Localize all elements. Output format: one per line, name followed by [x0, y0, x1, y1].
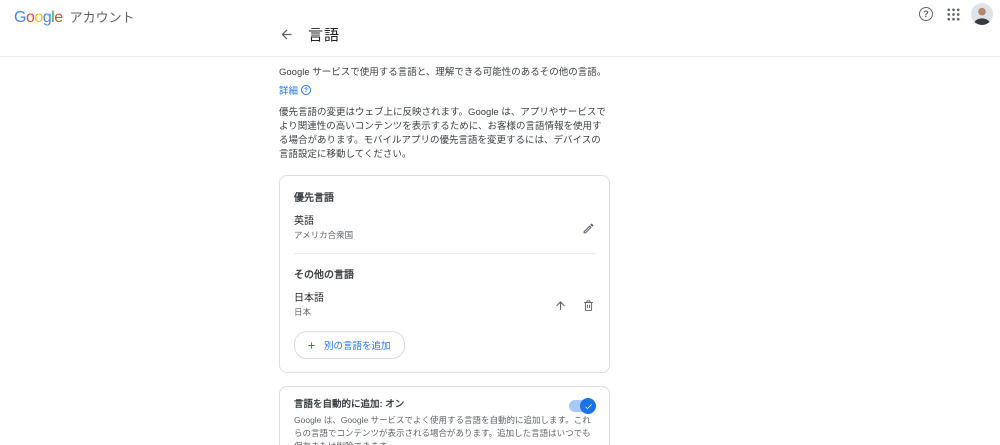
- add-language-label: 別の言語を追加: [324, 341, 391, 352]
- back-button[interactable]: [279, 27, 295, 43]
- google-logo: Google: [14, 9, 63, 26]
- preferred-language-actions: [582, 222, 595, 235]
- page-title: 言語: [308, 27, 341, 44]
- intro-text: Google サービスで使用する言語と、理解できる可能性のあるその他の言語。: [279, 67, 607, 78]
- preferred-language-labels: 英語 アメリカ合衆国: [294, 215, 353, 241]
- delete-button[interactable]: [582, 299, 595, 312]
- pencil-icon: [583, 223, 594, 233]
- other-language-region: 日本: [294, 307, 312, 317]
- other-language-name: 日本語: [294, 293, 324, 304]
- main-content: Google サービスで使用する言語と、理解できる可能性のあるその他の言語。 詳…: [279, 66, 610, 445]
- languages-card: 優先言語 英語 アメリカ合衆国 その他の言語 日本語 日本 別の言語を追加: [279, 175, 610, 373]
- plus-icon: [308, 341, 315, 349]
- help-icon: ?: [919, 7, 933, 21]
- preferred-language-row: 英語 アメリカ合衆国: [294, 215, 595, 241]
- info-icon[interactable]: ?: [301, 85, 312, 95]
- app-header: Google アカウント ? 言語: [0, 0, 1000, 57]
- other-language-labels: 日本語 日本: [294, 292, 324, 318]
- details-row: 詳細 ?: [279, 83, 610, 97]
- toggle-knob: [580, 398, 596, 414]
- preferred-language-region: アメリカ合衆国: [294, 230, 354, 240]
- other-languages-heading: その他の言語: [294, 270, 354, 281]
- avatar[interactable]: [971, 3, 993, 25]
- trash-icon: [584, 299, 593, 311]
- apps-grid-icon: [946, 7, 960, 21]
- card-divider: [294, 253, 595, 254]
- avatar-photo: [971, 3, 993, 25]
- details-link[interactable]: 詳細: [279, 83, 298, 97]
- product-label: アカウント: [69, 10, 135, 25]
- apps-grid-button[interactable]: [944, 5, 962, 23]
- auto-add-toggle[interactable]: [569, 398, 596, 414]
- auto-add-title: 言語を自動的に追加: オン: [294, 399, 405, 410]
- auto-add-description: Google は、Google サービスでよく使用する言語を自動的に追加します。…: [294, 415, 591, 445]
- preferred-language-heading: 優先言語: [294, 193, 334, 204]
- move-up-button[interactable]: [554, 299, 567, 312]
- back-arrow-icon: [281, 29, 292, 40]
- description-text: 優先言語の変更はウェブ上に反映されます。Google は、アプリやサービスでより…: [279, 107, 606, 160]
- other-language-row: 日本語 日本: [294, 292, 595, 318]
- auto-add-card: 言語を自動的に追加: オン Google は、Google サービスでよく使用す…: [279, 386, 610, 445]
- help-button[interactable]: ?: [917, 5, 935, 23]
- edit-button[interactable]: [582, 222, 595, 235]
- arrow-up-icon: [556, 300, 565, 310]
- page-title-row: 言語: [279, 24, 340, 45]
- google-account-logo[interactable]: Google アカウント: [14, 7, 135, 27]
- other-language-actions: [554, 299, 595, 312]
- add-language-button[interactable]: 別の言語を追加: [294, 331, 405, 359]
- header-actions: ?: [917, 3, 993, 25]
- check-icon: [584, 403, 592, 409]
- preferred-language-name: 英語: [294, 216, 314, 227]
